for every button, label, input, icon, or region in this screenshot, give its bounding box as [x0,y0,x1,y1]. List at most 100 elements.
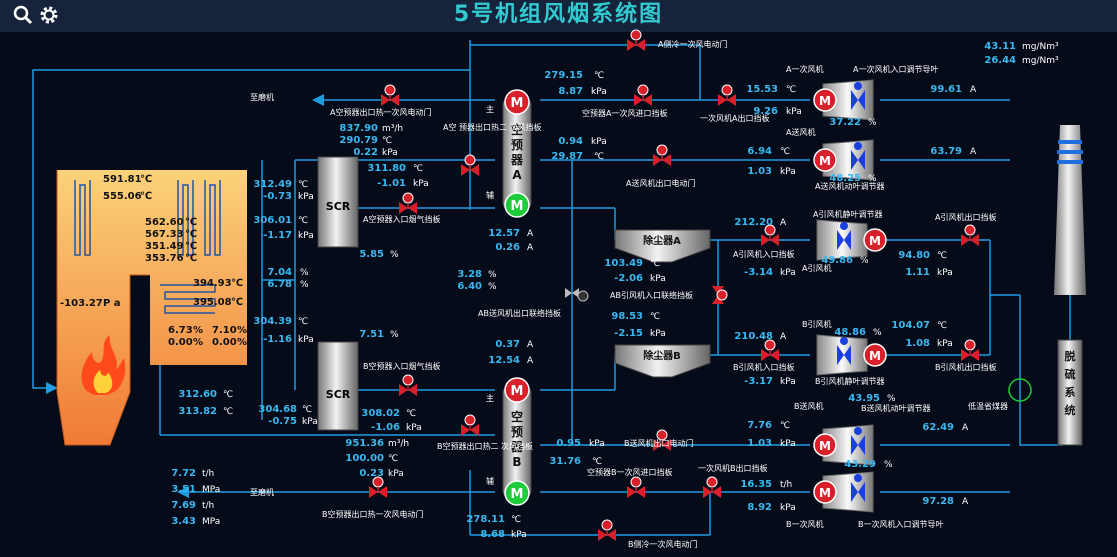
esp-a-press: -2.06 [614,273,643,284]
air-preheater-a[interactable]: M M 空 预 器 A [502,89,532,218]
a-pa-out-damper[interactable] [718,84,736,106]
unit-label: m³/h [382,124,403,134]
unit-label: ℃ [594,152,604,162]
label-b-cold-damper: B侧冷一次风电动门 [628,539,698,549]
b-scr-press: -1.06 [371,422,400,433]
label-a-pa-inlet: A一次风机入口调节导叶 [853,64,938,74]
unit-label: kPa [589,439,605,449]
svg-text:M: M [511,96,524,111]
ph-a-temp: 279.15 [544,70,583,81]
unit-label: A [780,218,787,228]
unit-label: ℃ [406,409,416,419]
a-id-fan[interactable]: M [816,219,887,261]
a-id-inlet-damper[interactable] [761,224,779,246]
unit-label: MPa [202,517,220,527]
a-preheater-in-damper[interactable] [634,84,652,106]
svg-text:系: 系 [1065,385,1076,399]
unit-label: ℃ [650,312,660,322]
svg-text:%: % [237,325,247,336]
b-hot-damper[interactable] [369,476,387,498]
b-preheater-in-damper[interactable] [627,476,645,498]
a-id-out-damper[interactable] [961,224,979,246]
b-pa-fan[interactable]: M [813,471,874,513]
b-hot-press: 0.23 [359,468,384,479]
ph-o2-2: 6.40 [457,281,482,292]
b-sa-press: 1.03 [747,438,772,449]
unit-label: t/h [202,501,214,511]
b-id-fan[interactable]: M [816,334,887,376]
svg-text:℃: ℃ [185,241,197,252]
svg-text:M: M [511,199,524,214]
b-id-inlet-damper[interactable] [761,339,779,361]
label-b-sa-blade: B送风机动叶调节器 [861,403,931,413]
label-b-id-fan: B引风机 [802,319,832,329]
label-a-id-out: A引风机出口挡板 [935,212,996,222]
a-sa-out-damper[interactable] [653,144,671,166]
unit-label: ℃ [594,71,604,81]
ph-a-curr1: 12.57 [488,228,520,239]
svg-text:器: 器 [510,153,524,167]
unit-label: t/h [780,480,792,490]
boiler: 591.81 ℃ 555.06 ℃ 562.60 ℃ 567.33 ℃ 351.… [56,170,247,446]
ph-b-sa-press: 0.95 [556,438,581,449]
a-cold-damper[interactable] [627,29,645,51]
ab-sa-tie-damper[interactable] [565,288,589,302]
b-id-out-damper[interactable] [961,339,979,361]
unit-label: kPa [780,268,796,278]
unit-label: A [970,85,977,95]
label-b-pa-fan: B一次风机 [786,519,824,529]
label-to-mill-top: 至磨机 [250,92,274,102]
ab-id-tie-damper[interactable] [712,286,728,304]
boiler-o2-3: 7.10 [212,325,237,336]
desulfurization-system[interactable]: 脱 硫 系 统 [1057,339,1083,446]
unit-label: % [873,328,882,338]
unit-label: ℃ [592,457,602,467]
unit-label: A [780,332,787,342]
svg-text:%: % [193,325,203,336]
esp-b[interactable]: 除尘器B [614,344,711,378]
esp-b-temp: 98.53 [611,311,643,322]
b-fluegas-damper[interactable] [399,374,417,396]
b-id-out-press: 1.08 [905,338,930,349]
label-a-sa-fan: A送风机 [786,127,815,137]
coal-1: 7.72 [171,468,196,479]
ph-b-press: 8.68 [480,529,505,540]
unit-label: kPa [780,503,796,513]
boiler-o2-1: 6.73 [168,325,193,336]
svg-text:主: 主 [486,393,494,403]
a-nox: 5.85 [359,249,384,260]
unit-label: % [390,250,399,260]
a-hot-damper[interactable] [381,84,399,106]
label-b-id-out: B引风机出口挡板 [935,362,997,372]
svg-text:M: M [819,94,831,108]
b-pa-out-damper[interactable] [703,476,721,498]
unit-label: % [390,330,399,340]
unit-label: A [527,229,534,239]
unit-label: % [488,282,497,292]
b-id-curr: 210.48 [734,331,773,342]
svg-text:除尘器A: 除尘器A [643,234,681,247]
unit-label: % [300,268,309,278]
svg-text:低温省煤器: 低温省煤器 [968,401,1008,411]
unit-label: % [887,394,896,404]
b-preheater-hot-damper[interactable] [461,414,479,436]
a-pa-fan[interactable]: M [813,79,874,121]
scr-a[interactable]: SCR [317,156,359,248]
coal-2: 3.51 [171,484,196,495]
b-cold-damper[interactable] [598,519,616,541]
a-fluegas-damper[interactable] [399,192,417,214]
b-pa-flow: 16.35 [740,479,772,490]
a-scr-press: -1.01 [377,178,406,189]
svg-text:SCR: SCR [326,388,351,401]
boiler-temp-7: 394.93 [193,278,232,289]
boiler-temp-4: 567.33 [145,229,184,240]
emission-1: 43.11 [984,41,1016,52]
boiler-temp-3: 562.60 [145,217,184,228]
scr-b[interactable]: SCR [317,341,359,431]
unit-label: kPa [780,167,796,177]
label-b-pa-inlet: B一次风机入口调节导叶 [858,519,944,529]
svg-text:M: M [819,486,831,500]
a-scr-in-press: -1.17 [263,230,292,241]
svg-text:辅: 辅 [486,190,494,200]
label-b-id-inlet: B引风机入口挡板 [733,362,795,372]
